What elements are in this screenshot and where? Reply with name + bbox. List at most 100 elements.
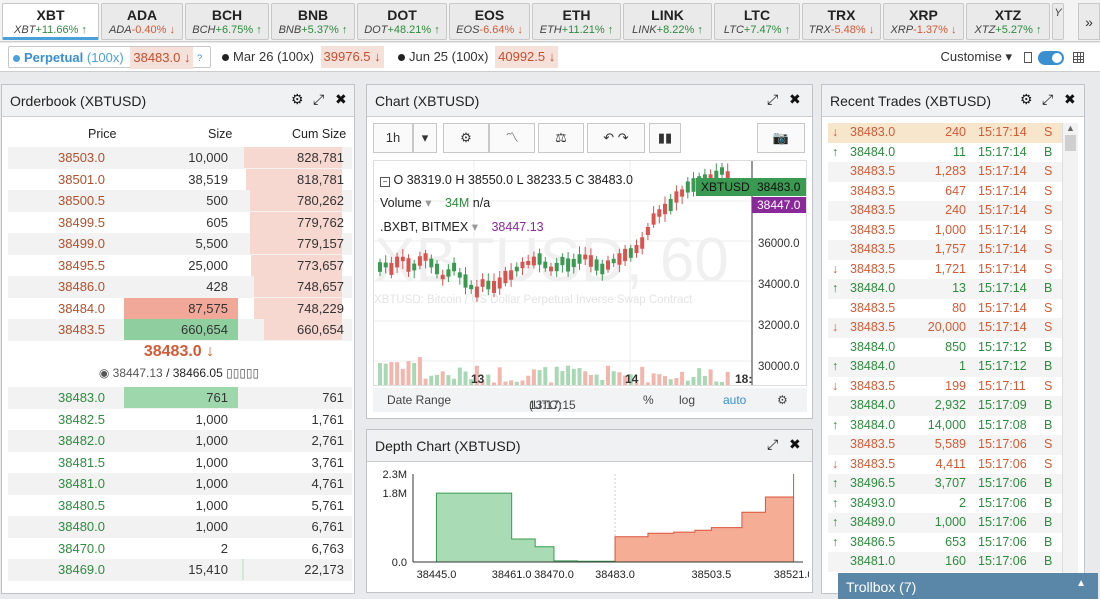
- bid-row[interactable]: 38483.0 761 761: [8, 387, 352, 409]
- close-icon[interactable]: ✖: [789, 436, 801, 453]
- auto-button[interactable]: auto: [723, 393, 746, 407]
- trade-row[interactable]: ↓ 38483.5 20,000 15:17:14 S: [828, 318, 1062, 338]
- bid-row[interactable]: 38480.0 1,000 6,761: [8, 516, 352, 538]
- contract-perpetual[interactable]: Perpetual (100x) 38483.0 ↓ ?: [8, 46, 211, 69]
- y-tick-label: 0.0: [392, 557, 407, 569]
- ask-row[interactable]: 38499.0 5,500 779,157: [8, 233, 352, 255]
- camera-icon[interactable]: 📷: [757, 123, 805, 153]
- trade-row[interactable]: 38483.5 1,000 15:17:14 S: [828, 221, 1062, 241]
- log-button[interactable]: log: [679, 393, 695, 407]
- indicators-icon[interactable]: 〽: [489, 123, 535, 153]
- trade-row[interactable]: ↑ 38484.0 1 15:17:12 B: [828, 357, 1062, 377]
- single-layout-icon[interactable]: [1024, 52, 1032, 63]
- trade-row[interactable]: ↓ 38483.0 240 15:17:14 S: [828, 123, 1062, 143]
- bid-row[interactable]: 38480.5 1,000 5,761: [8, 495, 352, 517]
- trade-row[interactable]: 38483.5 80 15:17:14 S: [828, 299, 1062, 319]
- depth-chart[interactable]: 2.3M 1.8M 0.0 38445.0 38461.0 38470.0 38483.0 3…: [369, 466, 809, 591]
- ask-row[interactable]: 38484.0 87,575 748,229: [8, 297, 352, 320]
- collapse-icon[interactable]: −: [380, 177, 390, 187]
- compare-icon[interactable]: ⚖: [538, 123, 584, 153]
- more-tickers-button[interactable]: »: [1078, 3, 1100, 40]
- bid-row[interactable]: 38482.5 1,000 1,761: [8, 409, 352, 431]
- ticker-tab-eth[interactable]: ETH ETH+11.21% ↑: [532, 3, 621, 40]
- trade-row[interactable]: 38483.5 1,757 15:17:14 S: [828, 240, 1062, 260]
- trade-row[interactable]: ↑ 38496.5 3,707 15:17:06 B: [828, 474, 1062, 494]
- close-icon[interactable]: ✖: [789, 91, 801, 108]
- chart-toolbar: 1h ▾ ⚙ 〽 ⚖ ↶ ↷ ▮▮ 📷: [373, 123, 805, 153]
- ticker-tab-link[interactable]: LINK LINK+8.22% ↑: [623, 3, 712, 40]
- trade-row[interactable]: 38483.5 240 15:17:14 S: [828, 201, 1062, 221]
- ticker-tab-xrp[interactable]: XRP XRP-1.37% ↓: [883, 3, 964, 40]
- bid-row[interactable]: 38482.0 1,000 2,761: [8, 430, 352, 452]
- ask-row[interactable]: 38499.5 605 779,762: [8, 211, 352, 234]
- volume-bar: [577, 368, 582, 385]
- contract-mar26[interactable]: Mar 26 (100x) 39976.5 ↓: [218, 46, 388, 68]
- ask-row[interactable]: 38495.5 25,000 773,657: [8, 254, 352, 277]
- scroll-thumb[interactable]: [1065, 135, 1076, 151]
- scrollbar[interactable]: ▲: [1062, 123, 1078, 575]
- trade-row[interactable]: ↑ 38484.0 13 15:17:14 B: [828, 279, 1062, 299]
- bid-row[interactable]: 38470.0 2 6,763: [8, 538, 352, 560]
- volume-bar: [486, 374, 491, 385]
- expand-icon[interactable]: ⤢: [313, 91, 324, 108]
- gear-icon[interactable]: ⚙: [777, 393, 788, 407]
- index-price[interactable]: 38447.13: [113, 366, 163, 380]
- ask-row[interactable]: 38503.0 10,000 828,781: [8, 147, 352, 169]
- percent-button[interactable]: %: [643, 393, 654, 407]
- trade-row[interactable]: ↑ 38484.0 11 15:17:14 B: [828, 143, 1062, 163]
- trollbox-button[interactable]: Trollbox (7) ▲: [838, 573, 1098, 599]
- bar-style-icon[interactable]: ▮▮: [649, 123, 681, 153]
- trade-row[interactable]: ↑ 38486.5 653 15:17:06 B: [828, 533, 1062, 553]
- customise-dropdown[interactable]: Customise ▾: [940, 49, 1012, 65]
- expand-icon[interactable]: ⤢: [1042, 91, 1053, 108]
- contract-jun25[interactable]: Jun 25 (100x) 40992.5 ↓: [394, 46, 562, 68]
- ticker-tab-bch[interactable]: BCH BCH+6.75% ↑: [185, 3, 269, 40]
- ticker-tab-y[interactable]: Y: [1052, 3, 1064, 40]
- bid-row[interactable]: 38481.0 1,000 4,761: [8, 473, 352, 495]
- price-chart[interactable]: XBTUSD, 60 XBTUSD: Bitcoin / US Dollar Pe…: [373, 160, 807, 386]
- ticker-tab-ltc[interactable]: LTC LTC+7.47% ↑: [714, 3, 800, 40]
- trade-row[interactable]: ↑ 38484.0 14,000 15:17:08 B: [828, 416, 1062, 436]
- ticker-tab-xtz[interactable]: XTZ XTZ+5.27% ↑: [966, 3, 1050, 40]
- trade-row[interactable]: 38484.0 850 15:17:12 B: [828, 338, 1062, 358]
- grid-layout-icon[interactable]: [1073, 52, 1084, 63]
- bid-row[interactable]: 38481.5 1,000 3,761: [8, 452, 352, 474]
- trade-row[interactable]: 38484.0 2,932 15:17:09 B: [828, 396, 1062, 416]
- bid-row[interactable]: 38469.0 15,410 22,173: [8, 559, 352, 581]
- ask-row[interactable]: 38500.5 500 780,262: [8, 190, 352, 212]
- trade-row[interactable]: 38483.5 647 15:17:14 S: [828, 182, 1062, 202]
- expand-icon[interactable]: ⤢: [767, 436, 778, 453]
- gear-icon[interactable]: ⚙: [1020, 91, 1033, 108]
- trade-row[interactable]: 38483.5 5,589 15:17:06 S: [828, 435, 1062, 455]
- chevron-down-icon[interactable]: ▾: [413, 123, 437, 153]
- gear-icon[interactable]: ⚙: [291, 91, 304, 108]
- ask-row[interactable]: 38483.5 660,654 660,654: [8, 319, 352, 341]
- undo-redo-icon[interactable]: ↶ ↷: [587, 123, 645, 153]
- ticker-tab-bnb[interactable]: BNB BNB+5.37% ↑: [271, 3, 355, 40]
- ask-row[interactable]: 38486.0 428 748,657: [8, 276, 352, 298]
- layout-toggle[interactable]: [1038, 51, 1064, 65]
- ask-row[interactable]: 38501.0 38,519 818,781: [8, 168, 352, 191]
- trade-row[interactable]: 38483.5 1,283 15:17:14 S: [828, 162, 1062, 182]
- trade-row[interactable]: ↑ 38489.0 1,000 15:17:06 B: [828, 513, 1062, 533]
- close-icon[interactable]: ✖: [335, 91, 347, 108]
- trade-row[interactable]: 38481.0 160 15:17:06 B: [828, 552, 1062, 572]
- trade-row[interactable]: ↓ 38483.5 4,411 15:17:06 S: [828, 455, 1062, 475]
- ticker-tab-ada[interactable]: ADA ADA-0.40% ↓: [101, 3, 183, 40]
- trade-row[interactable]: ↓ 38483.5 1,721 15:17:14 S: [828, 260, 1062, 280]
- date-range-button[interactable]: Date Range: [387, 393, 451, 407]
- trade-row[interactable]: ↑ 38493.0 2 15:17:06 B: [828, 494, 1062, 514]
- ticker-tab-xbt[interactable]: XBT XBT+11.66% ↑: [2, 3, 99, 40]
- ticker-tab-trx[interactable]: TRX TRX-5.48% ↓: [802, 3, 881, 40]
- help-icon[interactable]: ?: [197, 53, 202, 63]
- ticker-tab-eos[interactable]: EOS EOS-6.64% ↓: [449, 3, 530, 40]
- trade-side: B: [1044, 398, 1053, 412]
- close-icon[interactable]: ✖: [1064, 91, 1076, 108]
- settings-icon[interactable]: ⚙: [443, 123, 489, 153]
- expand-icon[interactable]: ⤢: [767, 91, 778, 108]
- candle-body: [452, 262, 457, 272]
- ticker-tab-dot[interactable]: DOT DOT+48.21% ↑: [357, 3, 447, 40]
- interval-button[interactable]: 1h: [373, 123, 413, 153]
- row-size: 5,500: [195, 236, 228, 251]
- trade-row[interactable]: ↓ 38483.5 199 15:17:11 S: [828, 377, 1062, 397]
